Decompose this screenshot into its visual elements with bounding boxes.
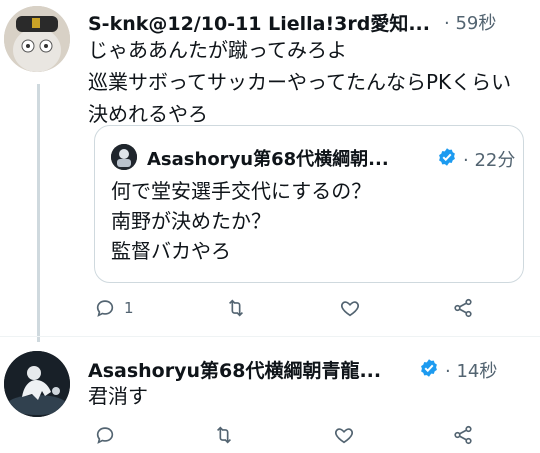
like-icon bbox=[334, 428, 353, 444]
retweet-button[interactable] bbox=[213, 424, 235, 446]
share-icon bbox=[454, 298, 472, 318]
like-button[interactable] bbox=[339, 297, 361, 319]
verified-badge-icon bbox=[437, 147, 457, 168]
reply-button[interactable]: 1 bbox=[94, 297, 134, 319]
share-button[interactable] bbox=[452, 297, 474, 319]
quote-time-value[interactable]: 22分 bbox=[474, 150, 515, 171]
quote-card[interactable]: Asashoryu第68代横綱朝... · 22分 何で堂安選手交代にするの？ … bbox=[94, 125, 524, 283]
quote-author[interactable]: Asashoryu第68代横綱朝... bbox=[147, 145, 389, 171]
reply-icon bbox=[96, 300, 114, 317]
share-button[interactable] bbox=[452, 424, 474, 446]
tweet1-actions: 1 bbox=[94, 297, 474, 319]
tweet1-time-value[interactable]: 59秒 bbox=[455, 13, 496, 34]
like-button[interactable] bbox=[333, 424, 355, 446]
thread-line bbox=[37, 84, 40, 342]
retweet-icon bbox=[217, 426, 232, 444]
tweet2-text: 君消す bbox=[88, 384, 148, 408]
like-icon bbox=[340, 301, 359, 317]
tweet2-time[interactable]: · 14秒 bbox=[445, 357, 497, 383]
verified-badge-icon bbox=[419, 358, 439, 379]
share-icon bbox=[454, 425, 472, 445]
tweet1-time[interactable]: · 59秒 bbox=[444, 9, 496, 35]
reply-icon bbox=[96, 427, 114, 444]
avatar-s-knk[interactable] bbox=[4, 6, 70, 72]
quote-avatar bbox=[111, 144, 137, 170]
reply-count: 1 bbox=[124, 299, 134, 317]
reply-button[interactable] bbox=[94, 424, 116, 446]
retweet-icon bbox=[229, 299, 244, 317]
tweet1-text: じゃああんたが蹴ってみろよ 巡業サボってサッカーやってたんならPKくらい決めれる… bbox=[88, 38, 512, 126]
quote-text: 何で堂安選手交代にするの？ 南野が決めたか？ 監督バカやろ bbox=[111, 179, 372, 263]
tweet2-time-value[interactable]: 14秒 bbox=[456, 361, 497, 382]
tweet2-author[interactable]: Asashoryu第68代横綱朝青龍... bbox=[88, 356, 381, 383]
tweet1-author[interactable]: S-knk@12/10-11 Liella!3rd愛知... bbox=[88, 9, 430, 36]
divider bbox=[0, 336, 540, 337]
avatar-asashoryu[interactable] bbox=[4, 351, 70, 417]
quote-time[interactable]: · 22分 bbox=[463, 146, 515, 172]
retweet-button[interactable] bbox=[225, 297, 247, 319]
tweet2-actions bbox=[94, 424, 474, 446]
